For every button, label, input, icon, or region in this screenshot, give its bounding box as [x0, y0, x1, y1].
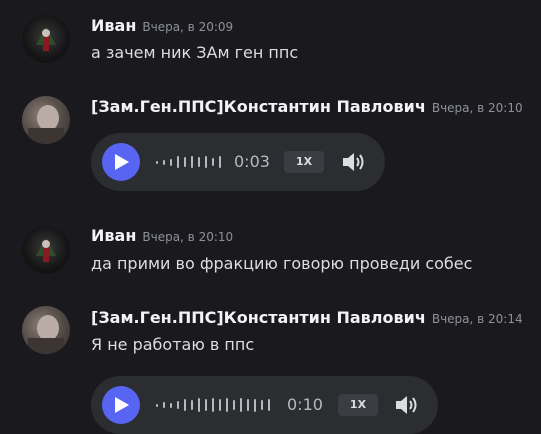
playback-speed-button[interactable]: 1X [338, 394, 378, 416]
duration: 0:10 [287, 395, 323, 414]
timestamp: Вчера, в 20:14 [431, 312, 523, 326]
play-icon [115, 397, 129, 413]
waveform-bar [191, 156, 193, 168]
waveform-bar [226, 398, 228, 412]
avatar-image [36, 27, 56, 51]
waveform-bar [184, 157, 186, 167]
waveform-bar [170, 158, 172, 166]
play-button[interactable] [102, 143, 140, 181]
waveform-bar [156, 160, 158, 164]
avatar[interactable] [22, 306, 70, 354]
waveform-bar [177, 156, 179, 168]
waveform-bar [184, 399, 186, 411]
play-button[interactable] [102, 386, 140, 424]
waveform-bar [212, 158, 214, 166]
author-name[interactable]: Иван [91, 226, 136, 245]
avatar-image [28, 105, 64, 144]
voice-message: 0:03 1X [91, 133, 385, 191]
waveform-bar [198, 398, 200, 412]
message-text: да прими во фракцию говорю проведи собес [91, 254, 473, 273]
waveform-bar [177, 401, 179, 409]
waveform-bar [156, 403, 158, 407]
timestamp: Вчера, в 20:10 [142, 230, 234, 244]
waveform-bar [219, 399, 221, 411]
volume-icon [396, 396, 417, 414]
play-icon [115, 154, 129, 170]
volume-button[interactable] [394, 393, 420, 421]
waveform-bar [254, 398, 256, 412]
waveform-bar [163, 402, 165, 408]
waveform[interactable] [156, 150, 226, 174]
waveform-bar [205, 399, 207, 411]
avatar-image [36, 238, 56, 262]
waveform-bar [191, 400, 193, 410]
waveform-bar [247, 399, 249, 411]
waveform-bar [212, 398, 214, 412]
avatar[interactable] [22, 96, 70, 144]
waveform-bar [268, 399, 270, 411]
volume-button[interactable] [341, 150, 367, 178]
playback-speed-button[interactable]: 1X [284, 151, 324, 173]
timestamp: Вчера, в 20:10 [431, 101, 523, 115]
waveform-bar [219, 156, 221, 168]
voice-message: 0:10 1X [91, 376, 438, 434]
author-name[interactable]: Иван [91, 16, 136, 35]
waveform-bar [170, 402, 172, 408]
avatar-image [28, 315, 64, 354]
waveform[interactable] [156, 393, 271, 417]
waveform-bar [205, 156, 207, 168]
message-text: Я не работаю в ппс [91, 335, 255, 354]
volume-icon [343, 153, 364, 171]
duration: 0:03 [234, 152, 270, 171]
avatar[interactable] [22, 15, 70, 63]
waveform-bar [261, 400, 263, 410]
avatar[interactable] [22, 226, 70, 274]
waveform-bar [198, 157, 200, 167]
waveform-bar [240, 398, 242, 412]
waveform-bar [233, 400, 235, 410]
waveform-bar [163, 159, 165, 165]
author-name[interactable]: [Зам.Ген.ППС]Константин Павлович [91, 308, 426, 327]
author-name[interactable]: [Зам.Ген.ППС]Константин Павлович [91, 97, 426, 116]
message-text: а зачем ник ЗАм ген ппс [91, 43, 299, 62]
timestamp: Вчера, в 20:09 [142, 20, 234, 34]
